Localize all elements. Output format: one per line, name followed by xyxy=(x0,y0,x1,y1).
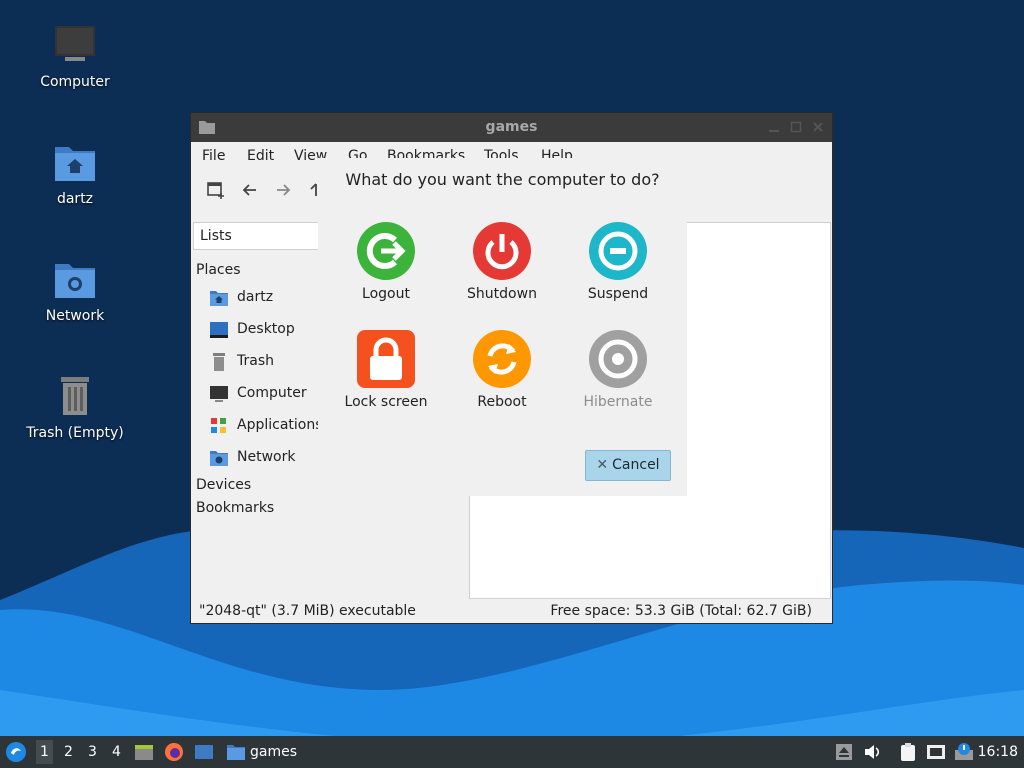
start-menu-icon[interactable] xyxy=(5,741,27,763)
sidebar-item-label: Applications xyxy=(237,417,321,433)
sidebar-item-label: dartz xyxy=(237,289,274,305)
desktop-icon-computer[interactable]: Computer xyxy=(15,22,135,90)
lock-screen-button[interactable]: Lock screen xyxy=(328,330,444,430)
cancel-button[interactable]: ✕ Cancel xyxy=(585,450,671,481)
window-title: games xyxy=(485,119,538,135)
eject-icon[interactable] xyxy=(834,742,854,762)
volume-icon[interactable] xyxy=(862,742,882,762)
workspace-4[interactable]: 4 xyxy=(112,744,121,760)
menu-edit[interactable]: Edit xyxy=(247,148,274,164)
desktop-icon-label: Trash (Empty) xyxy=(26,425,124,441)
suspend-icon xyxy=(589,222,647,280)
desktop-icon-label: Computer xyxy=(40,74,110,90)
computer-icon xyxy=(209,384,229,404)
hibernate-icon xyxy=(589,330,647,388)
minimize-icon[interactable] xyxy=(768,121,780,133)
sidebar-item-trash[interactable]: Trash xyxy=(209,350,321,374)
power-icon xyxy=(473,222,531,280)
applications-icon xyxy=(209,416,229,436)
close-icon[interactable] xyxy=(812,121,824,133)
reboot-icon xyxy=(473,330,531,388)
side-pane-mode-select[interactable]: Lists xyxy=(193,222,319,250)
menu-file[interactable]: File xyxy=(202,148,225,164)
window-titlebar[interactable]: games xyxy=(191,113,832,142)
shutdown-button[interactable]: Shutdown xyxy=(444,222,560,322)
reboot-label: Reboot xyxy=(477,394,527,410)
logout-icon xyxy=(357,222,415,280)
desktop-icon-network[interactable]: Network xyxy=(15,256,135,324)
shutdown-label: Shutdown xyxy=(467,286,537,302)
dialog-question: What do you want the computer to do? xyxy=(345,170,660,189)
sidebar-item-label: Trash xyxy=(237,353,274,369)
back-arrow-icon[interactable] xyxy=(240,180,260,200)
taskbar-window-label: games xyxy=(250,744,298,760)
network-folder-icon xyxy=(209,448,229,468)
status-selection-info: "2048-qt" (3.7 MiB) executable xyxy=(199,603,416,619)
home-folder-icon xyxy=(209,288,229,308)
trash-icon xyxy=(209,352,229,372)
desktop-icon xyxy=(209,320,229,340)
forward-arrow-icon[interactable] xyxy=(273,180,293,200)
hibernate-button: Hibernate xyxy=(560,330,676,430)
desktop-icon-label: dartz xyxy=(56,191,94,207)
firefox-icon[interactable] xyxy=(164,742,184,762)
sidebar-item-label: Desktop xyxy=(237,321,295,337)
maximize-icon[interactable] xyxy=(790,121,802,133)
bookmarks-header[interactable]: Bookmarks xyxy=(196,500,274,516)
home-folder-icon xyxy=(51,139,99,187)
status-bar: "2048-qt" (3.7 MiB) executable Free spac… xyxy=(191,599,832,623)
taskbar-window-games[interactable]: games xyxy=(224,736,314,768)
sidebar-item-network[interactable]: Network xyxy=(209,446,321,470)
sidebar-item-dartz[interactable]: dartz xyxy=(209,286,321,310)
update-notifier-icon[interactable] xyxy=(954,742,974,762)
workspace-2[interactable]: 2 xyxy=(64,744,73,760)
computer-icon xyxy=(51,22,99,70)
clipboard-icon[interactable] xyxy=(898,742,918,762)
close-icon: ✕ xyxy=(596,457,609,473)
workspace-3[interactable]: 3 xyxy=(88,744,97,760)
network-status-icon[interactable] xyxy=(926,742,946,762)
logout-label: Logout xyxy=(362,286,410,302)
show-desktop-icon[interactable] xyxy=(194,742,214,762)
sidebar-item-label: Network xyxy=(237,449,296,465)
file-manager-launcher-icon[interactable] xyxy=(134,742,154,762)
clock[interactable]: 16:18 xyxy=(978,744,1018,760)
trash-icon xyxy=(51,373,99,421)
logout-button[interactable]: Logout xyxy=(328,222,444,322)
network-folder-icon xyxy=(51,256,99,304)
suspend-button[interactable]: Suspend xyxy=(560,222,676,322)
suspend-label: Suspend xyxy=(587,286,649,302)
sidebar-item-label: Computer xyxy=(237,385,307,401)
lock-screen-label: Lock screen xyxy=(344,394,428,410)
hibernate-label: Hibernate xyxy=(583,394,653,410)
logout-dialog: What do you want the computer to do? Log… xyxy=(318,158,687,496)
devices-header[interactable]: Devices xyxy=(196,477,251,493)
sidebar-item-applications[interactable]: Applications xyxy=(209,414,321,438)
sidebar-item-computer[interactable]: Computer xyxy=(209,382,321,406)
reboot-button[interactable]: Reboot xyxy=(444,330,560,430)
desktop-icon-home[interactable]: dartz xyxy=(15,139,135,207)
taskbar: 1 2 3 4 games 16:18 xyxy=(0,736,1024,768)
cancel-label: Cancel xyxy=(612,457,660,473)
places-header[interactable]: Places xyxy=(196,262,241,278)
status-free-space: Free space: 53.3 GiB (Total: 62.7 GiB) xyxy=(550,603,812,619)
sidebar-item-desktop[interactable]: Desktop xyxy=(209,318,321,342)
desktop-icon-trash[interactable]: Trash (Empty) xyxy=(15,373,135,441)
workspace-1[interactable]: 1 xyxy=(36,740,53,764)
lock-icon xyxy=(357,330,415,388)
desktop-icon-label: Network xyxy=(45,308,105,324)
new-tab-icon[interactable] xyxy=(206,180,226,200)
folder-icon xyxy=(226,742,246,762)
